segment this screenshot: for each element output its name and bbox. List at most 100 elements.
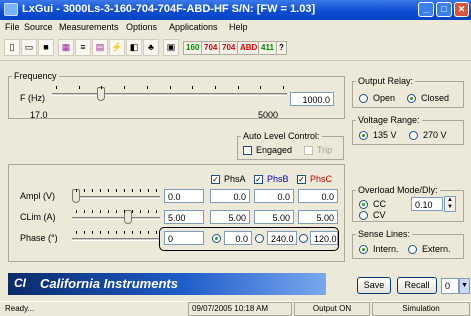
toolbar-704-button[interactable]: 704 <box>201 41 221 55</box>
alc-engaged-checkbox[interactable] <box>243 146 252 155</box>
slider-tick <box>92 231 93 234</box>
output-relay-label: Output Relay: <box>356 76 416 86</box>
phase-c-label: PhsC <box>310 174 333 184</box>
slider-tick <box>116 231 117 234</box>
toolbar-160-button[interactable]: 160 <box>183 41 203 55</box>
ampl-c-input[interactable]: 0.0 <box>298 189 338 203</box>
clim-slider[interactable] <box>72 203 160 224</box>
ampl-slider-track <box>72 196 160 199</box>
relay-open-label: Open <box>373 93 396 103</box>
frequency-f-label: F (Hz) <box>20 93 45 103</box>
overload-delay-input[interactable]: 0.10 <box>411 197 443 211</box>
overload-cc-radio[interactable] <box>359 200 368 209</box>
menu-applications[interactable]: Applications <box>169 22 218 32</box>
relay-open-radio[interactable] <box>359 94 368 103</box>
slider-tick <box>116 189 117 192</box>
slider-tick <box>124 231 125 234</box>
toolbar-411-button[interactable]: 411 <box>258 41 277 55</box>
minimize-button[interactable]: _ <box>418 2 434 17</box>
slider-tick <box>76 231 77 234</box>
new-icon[interactable]: ▯ <box>4 39 20 56</box>
slider-tick <box>124 189 125 192</box>
table-icon[interactable]: ▤ <box>92 39 108 56</box>
sense-intern-radio[interactable] <box>359 245 368 254</box>
phase-b-radio[interactable] <box>255 234 264 243</box>
phase-b-input[interactable]: 240.0 <box>267 231 297 245</box>
slider-tick <box>84 231 85 234</box>
ampl-slider[interactable] <box>72 182 160 203</box>
slider-tick <box>84 210 85 213</box>
menu-options[interactable]: Options <box>126 22 157 32</box>
binoculars-icon[interactable]: ♣ <box>143 39 159 56</box>
phase-slider[interactable] <box>72 224 160 244</box>
overload-cv-radio[interactable] <box>359 211 368 220</box>
slider-tick <box>169 86 171 89</box>
ampl-b-input[interactable]: 0.0 <box>254 189 294 203</box>
slider-tick <box>76 189 77 192</box>
phase-a-checkbox[interactable]: ✓ <box>211 175 220 184</box>
close-button[interactable]: ✕ <box>454 2 469 17</box>
menu-source[interactable]: Source <box>24 22 53 32</box>
slider-tick <box>146 86 148 89</box>
slider-tick <box>124 210 125 213</box>
slider-tick <box>100 210 101 213</box>
ampl-a-input[interactable]: 0.0 <box>210 189 250 203</box>
clim-all-input[interactable]: 5.00 <box>164 210 204 224</box>
scope-icon[interactable]: ◧ <box>126 39 142 56</box>
monitor-icon[interactable]: ▣ <box>163 39 179 56</box>
phase-a-radio[interactable] <box>212 234 221 243</box>
status-output: Output ON <box>294 302 370 316</box>
save-icon[interactable]: ■ <box>38 39 54 56</box>
slider-tick <box>260 86 262 89</box>
relay-closed-label: Closed <box>421 93 450 103</box>
open-icon[interactable]: ▭ <box>21 39 37 56</box>
frequency-slider-thumb[interactable] <box>97 87 106 101</box>
alc-label: Auto Level Control: <box>241 131 322 141</box>
menu-help[interactable]: Help <box>229 22 248 32</box>
phase-slider-track <box>72 238 160 241</box>
toolbar-704f-button[interactable]: 704 <box>219 41 239 55</box>
slider-tick <box>237 86 239 89</box>
phase-b-checkbox[interactable]: ✓ <box>254 175 263 184</box>
list-icon[interactable]: ≡ <box>75 39 91 56</box>
brand-logo-mark: CI <box>14 276 26 290</box>
slider-tick <box>132 231 133 234</box>
help-icon[interactable]: ? <box>276 41 287 55</box>
recall-button[interactable]: Recall <box>397 277 437 294</box>
sense-intern-label: Intern. <box>373 244 399 254</box>
overload-delay-spinner[interactable]: ▲ ▼ <box>444 196 456 212</box>
slider-tick <box>56 86 57 89</box>
waveform-icon[interactable]: ⚡ <box>109 39 125 56</box>
range-270-radio[interactable] <box>409 131 418 140</box>
frequency-label: Frequency <box>12 71 59 81</box>
chevron-down-icon[interactable]: ▼ <box>459 278 470 294</box>
range-135-radio[interactable] <box>359 131 368 140</box>
phase-c-radio[interactable] <box>299 234 308 243</box>
sense-extern-radio[interactable] <box>408 245 417 254</box>
frequency-input[interactable]: 1000.0 <box>290 92 334 106</box>
recall-slot-select[interactable]: 0 <box>441 278 459 294</box>
clim-a-input[interactable]: 5.00 <box>210 210 250 224</box>
phase-c-input[interactable]: 120.0 <box>310 231 338 245</box>
menu-file[interactable]: File <box>5 22 20 32</box>
status-datetime: 09/07/2005 10:18 AM <box>188 302 292 316</box>
toolbar-abd-button[interactable]: ABD <box>237 41 261 55</box>
ampl-all-input[interactable]: 0.0 <box>164 189 204 203</box>
clim-b-input[interactable]: 5.00 <box>254 210 294 224</box>
ampl-label: Ampl (V) <box>20 191 56 201</box>
clim-c-input[interactable]: 5.00 <box>298 210 338 224</box>
phase-all-input[interactable]: 0 <box>164 231 204 245</box>
alc-trip-checkbox <box>304 146 313 155</box>
phase-a-input[interactable]: 0.0 <box>224 231 252 245</box>
maximize-button[interactable]: □ <box>436 2 452 17</box>
grid-icon[interactable]: ▦ <box>58 39 74 56</box>
slider-tick <box>92 210 93 213</box>
clim-slider-thumb[interactable] <box>124 210 132 224</box>
frequency-slider[interactable] <box>52 82 287 102</box>
slider-tick <box>78 86 80 89</box>
relay-closed-radio[interactable] <box>407 94 416 103</box>
phase-c-checkbox[interactable]: ✓ <box>297 175 306 184</box>
menu-measurements[interactable]: Measurements <box>59 22 119 32</box>
save-button[interactable]: Save <box>357 277 391 294</box>
slider-tick <box>108 189 109 192</box>
